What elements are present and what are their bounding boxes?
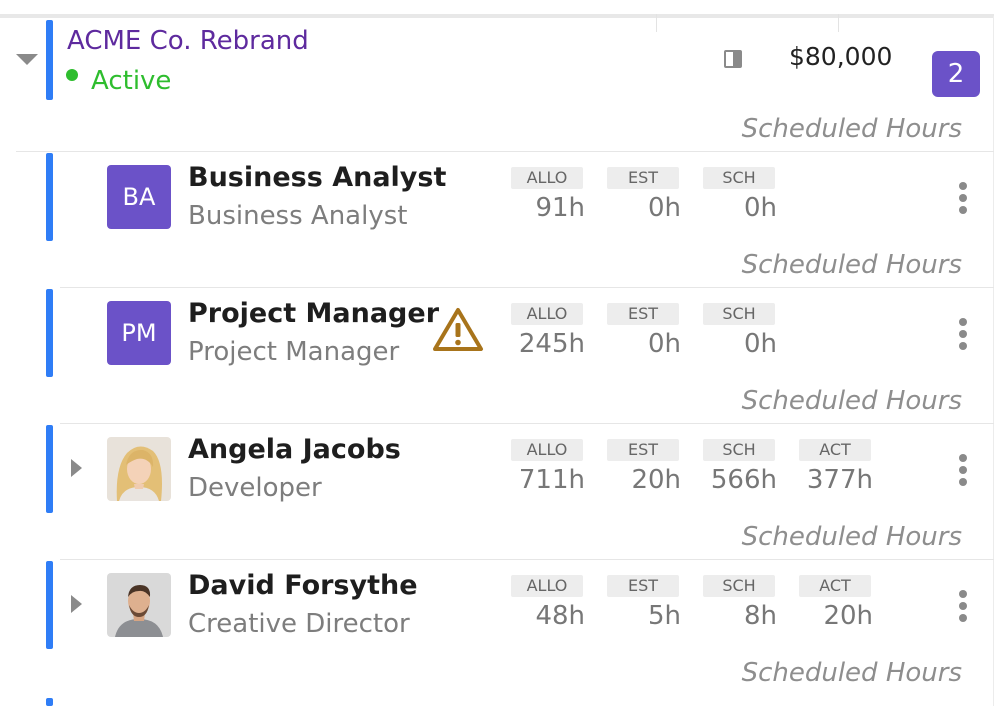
stat-label: SCH xyxy=(703,167,775,189)
stat-label: EST xyxy=(607,575,679,597)
scheduled-hours-label: Scheduled Hours xyxy=(741,522,962,552)
member-name[interactable]: Business Analyst xyxy=(188,162,446,193)
caret-right-icon[interactable] xyxy=(71,459,82,477)
member-row[interactable]: David Forsythe Creative Director ALLO 48… xyxy=(0,560,994,650)
stat-label: ALLO xyxy=(511,439,583,461)
next-row-accent-bar xyxy=(46,698,53,706)
project-status: Active xyxy=(91,66,172,96)
kebab-menu-icon[interactable] xyxy=(956,182,970,216)
member-accent-bar xyxy=(46,289,53,377)
member-row[interactable]: BA Business Analyst Business Analyst ALL… xyxy=(0,152,994,242)
member-role: Developer xyxy=(188,473,322,503)
member-row[interactable]: PM Project Manager Project Manager ALLO … xyxy=(0,288,994,378)
member-accent-bar xyxy=(46,153,53,241)
stat-value: 711h xyxy=(518,465,585,495)
status-dot-icon xyxy=(66,69,78,81)
scheduled-hours-label: Scheduled Hours xyxy=(741,114,962,144)
scheduled-hours-label: Scheduled Hours xyxy=(741,658,962,688)
kebab-menu-icon[interactable] xyxy=(956,454,970,488)
project-title[interactable]: ACME Co. Rebrand xyxy=(67,26,309,56)
member-name[interactable]: Angela Jacobs xyxy=(188,434,401,465)
stat-label: SCH xyxy=(703,439,775,461)
member-name[interactable]: Project Manager xyxy=(188,298,439,329)
panel-toggle-icon[interactable] xyxy=(724,50,742,68)
stat-label: EST xyxy=(607,439,679,461)
kebab-menu-icon[interactable] xyxy=(956,318,970,352)
stat-value: 377h xyxy=(806,465,873,495)
stat-label: ACT xyxy=(799,575,871,597)
kebab-menu-icon[interactable] xyxy=(956,590,970,624)
member-role: Creative Director xyxy=(188,609,410,639)
stat-value: 245h xyxy=(518,329,585,359)
caret-down-icon[interactable] xyxy=(16,54,38,65)
stat-value: 0h xyxy=(743,193,777,223)
stat-value: 0h xyxy=(743,329,777,359)
member-row[interactable]: Angela Jacobs Developer ALLO 711h EST 20… xyxy=(0,424,994,514)
stat-value: 8h xyxy=(743,601,777,631)
avatar xyxy=(107,437,171,501)
avatar: PM xyxy=(107,301,171,365)
project-accent-bar xyxy=(46,20,53,100)
stat-label: EST xyxy=(607,167,679,189)
stat-value: 91h xyxy=(535,193,585,223)
scheduled-hours-label: Scheduled Hours xyxy=(741,250,962,280)
member-accent-bar xyxy=(46,561,53,649)
avatar: BA xyxy=(107,165,171,229)
stat-value: 48h xyxy=(535,601,585,631)
member-name[interactable]: David Forsythe xyxy=(188,570,418,601)
stat-value: 5h xyxy=(647,601,681,631)
stat-label: SCH xyxy=(703,303,775,325)
stat-label: ACT xyxy=(799,439,871,461)
stat-value: 0h xyxy=(647,193,681,223)
stat-label: EST xyxy=(607,303,679,325)
stat-label: ALLO xyxy=(511,575,583,597)
member-role: Business Analyst xyxy=(188,201,408,231)
scheduled-hours-label: Scheduled Hours xyxy=(741,386,962,416)
stat-label: ALLO xyxy=(511,167,583,189)
stat-value: 20h xyxy=(823,601,873,631)
project-budget: $80,000 xyxy=(789,42,893,71)
stat-value: 0h xyxy=(647,329,681,359)
member-accent-bar xyxy=(46,425,53,513)
member-count-badge[interactable]: 2 xyxy=(932,51,980,97)
warning-icon xyxy=(433,308,483,351)
stat-value: 566h xyxy=(710,465,777,495)
stat-value: 20h xyxy=(631,465,681,495)
stat-label: SCH xyxy=(703,575,775,597)
avatar xyxy=(107,573,171,637)
member-role: Project Manager xyxy=(188,337,400,367)
caret-right-icon[interactable] xyxy=(71,595,82,613)
stat-label: ALLO xyxy=(511,303,583,325)
